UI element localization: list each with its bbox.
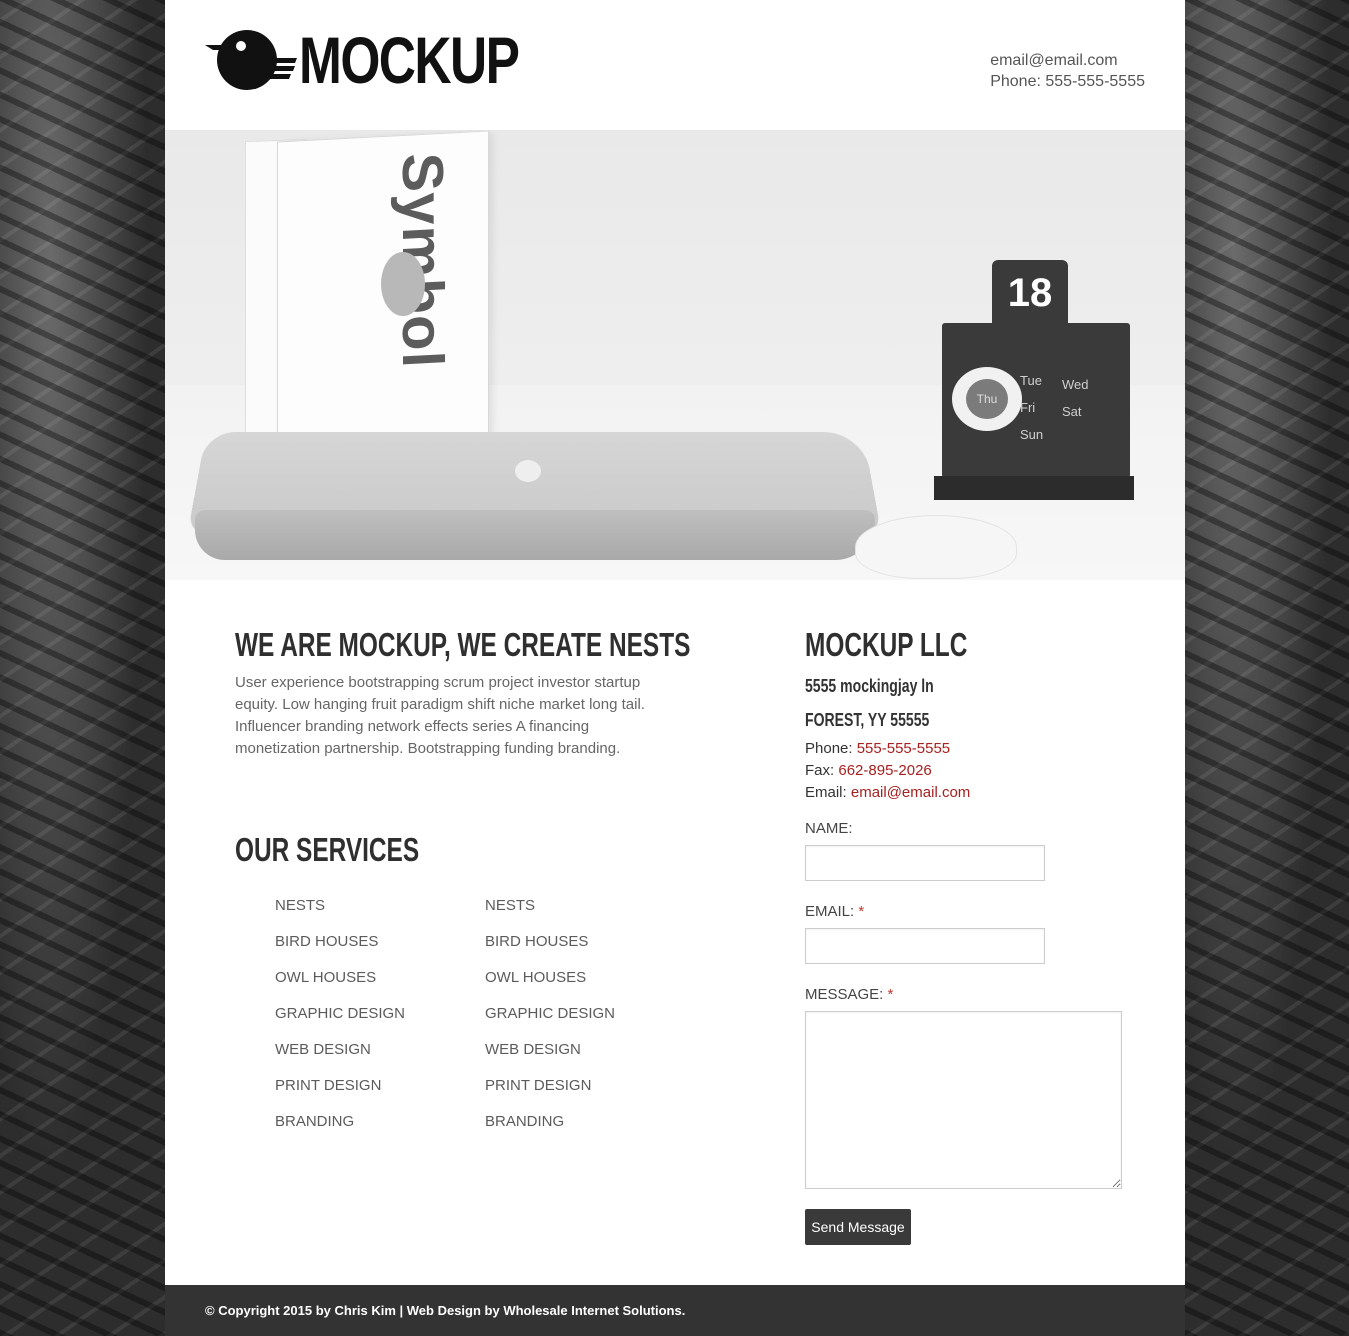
- contact-email-row: Email: email@email.com: [805, 782, 970, 804]
- book-badge: [381, 252, 425, 316]
- calendar-day: Wed: [1062, 377, 1089, 392]
- email-label: Email:: [805, 784, 847, 801]
- fax-label: Fax:: [805, 762, 835, 779]
- phone-link[interactable]: 555-555-5555: [857, 740, 950, 757]
- service-item[interactable]: BRANDING: [485, 1110, 685, 1146]
- site-footer: © Copyright 2015 by Chris Kim | Web Desi…: [165, 1285, 1185, 1336]
- calendar-center-day: Thu: [966, 379, 1008, 419]
- service-item[interactable]: BRANDING: [275, 1110, 475, 1146]
- site-header: MOCKUP email@email.com Phone: 555-555-55…: [165, 0, 1185, 130]
- company-name: MOCKUP LLC: [805, 626, 968, 663]
- message-field[interactable]: [805, 1011, 1122, 1189]
- contact-phone-row: Phone: 555-555-5555: [805, 738, 970, 760]
- fax-link[interactable]: 662-895-2026: [838, 762, 931, 779]
- logo-wordmark: MOCKUP: [299, 23, 520, 97]
- service-item[interactable]: WEB DESIGN: [275, 1038, 475, 1074]
- email-field[interactable]: [805, 928, 1045, 964]
- background-rock-left: [0, 0, 165, 1336]
- about-title: WE ARE MOCKUP, WE CREATE NESTS: [235, 626, 691, 663]
- calendar-stand: [934, 476, 1134, 500]
- laptop-base: [195, 510, 875, 560]
- page-container: MOCKUP email@email.com Phone: 555-555-55…: [165, 0, 1185, 1336]
- service-item[interactable]: BIRD HOUSES: [275, 930, 475, 966]
- footer-copyright: © Copyright 2015 by Chris Kim | Web Desi…: [205, 1303, 686, 1318]
- contact-details: Phone: 555-555-5555 Fax: 662-895-2026 Em…: [805, 738, 970, 804]
- phone-label: Phone:: [805, 740, 853, 757]
- service-item[interactable]: PRINT DESIGN: [485, 1074, 685, 1110]
- service-item[interactable]: WEB DESIGN: [485, 1038, 685, 1074]
- message-field-label: MESSAGE: *: [805, 986, 893, 1003]
- header-contact: email@email.com Phone: 555-555-5555: [990, 50, 1145, 92]
- calendar-image: Thu Tue Fri Sun Wed Sat: [942, 323, 1130, 478]
- email-label-text: EMAIL:: [805, 903, 855, 920]
- header-phone: Phone: 555-555-5555: [990, 73, 1145, 90]
- service-item[interactable]: OWL HOUSES: [275, 966, 475, 1002]
- about-section: WE ARE MOCKUP, WE CREATE NESTS User expe…: [235, 626, 691, 760]
- email-field-label: EMAIL: *: [805, 903, 864, 920]
- name-field[interactable]: [805, 845, 1045, 881]
- hero-image: boo Symbol 18 Thu Tue Fri Sun Wed Sat: [165, 130, 1185, 580]
- services-title: OUR SERVICES: [235, 831, 420, 868]
- required-marker: *: [887, 986, 894, 1003]
- site-logo[interactable]: MOCKUP: [205, 23, 580, 97]
- service-item[interactable]: NESTS: [275, 894, 475, 930]
- bird-logo-icon: [205, 30, 297, 90]
- calendar-days-left: Tue Fri Sun: [1020, 367, 1043, 448]
- services-column-1: NESTS BIRD HOUSES OWL HOUSES GRAPHIC DES…: [275, 894, 475, 1146]
- name-label-text: NAME:: [805, 820, 853, 837]
- contact-fax-row: Fax: 662-895-2026: [805, 760, 970, 782]
- calendar-day: Sun: [1020, 427, 1044, 442]
- service-item[interactable]: NESTS: [485, 894, 685, 930]
- mouse-image: [855, 515, 1017, 579]
- calendar-date: 18: [992, 260, 1068, 330]
- calendar-day: Sat: [1062, 404, 1082, 419]
- services-column-2: NESTS BIRD HOUSES OWL HOUSES GRAPHIC DES…: [485, 894, 685, 1146]
- message-label-text: MESSAGE:: [805, 986, 884, 1003]
- calendar-day: Tue: [1020, 373, 1042, 388]
- send-message-button[interactable]: Send Message: [805, 1209, 911, 1245]
- service-item[interactable]: PRINT DESIGN: [275, 1074, 475, 1110]
- background-rock-right: [1185, 0, 1349, 1336]
- calendar-days-right: Wed Sat: [1062, 371, 1089, 425]
- apple-logo-icon: [515, 460, 541, 482]
- email-link[interactable]: email@email.com: [851, 784, 970, 801]
- service-item[interactable]: OWL HOUSES: [485, 966, 685, 1002]
- address-line-2: FOREST, YY 55555: [805, 710, 930, 730]
- service-item[interactable]: GRAPHIC DESIGN: [275, 1002, 475, 1038]
- contact-section: MOCKUP LLC 5555 mockingjay ln FOREST, YY…: [805, 626, 1125, 1245]
- service-item[interactable]: BIRD HOUSES: [485, 930, 685, 966]
- header-email[interactable]: email@email.com: [990, 50, 1145, 71]
- required-marker: *: [858, 903, 865, 920]
- name-field-label: NAME:: [805, 820, 853, 837]
- address-line-1: 5555 mockingjay ln: [805, 676, 934, 696]
- service-item[interactable]: GRAPHIC DESIGN: [485, 1002, 685, 1038]
- calendar-ring: Thu: [952, 367, 1022, 431]
- about-text: User experience bootstrapping scrum proj…: [235, 674, 645, 757]
- calendar-day: Fri: [1020, 400, 1036, 415]
